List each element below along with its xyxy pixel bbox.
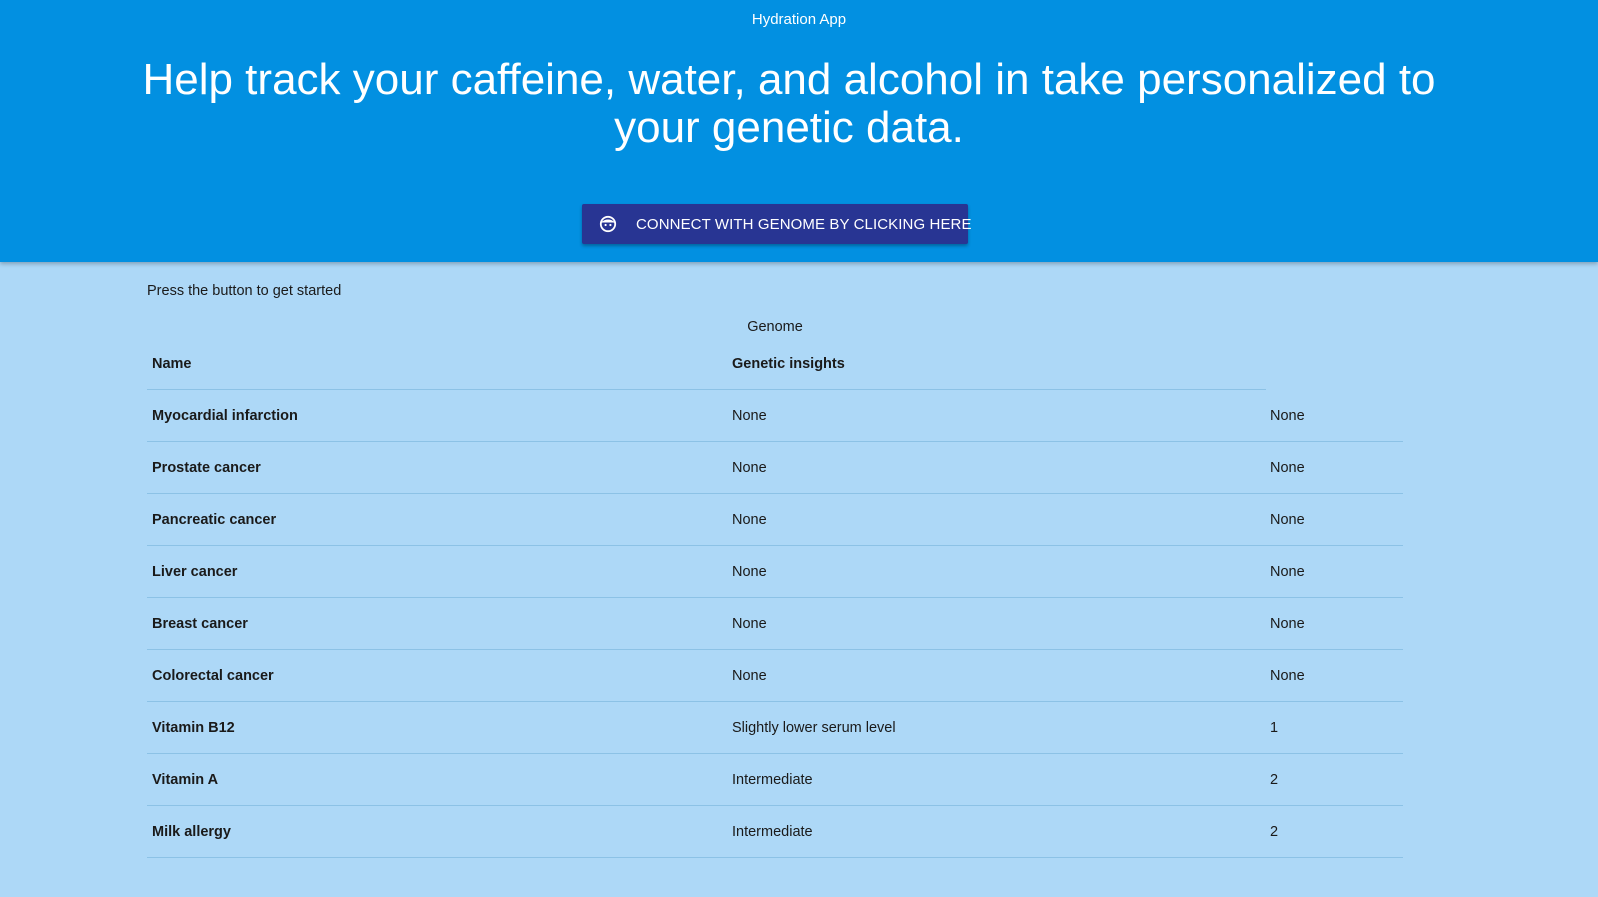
- row-genetic-insight: Intermediate: [732, 772, 813, 788]
- row-score: 2: [1270, 824, 1279, 840]
- row-genetic-insight: None: [732, 564, 767, 580]
- row-score: None: [1270, 564, 1305, 580]
- table-row: Myocardial infarction None None: [147, 390, 1403, 442]
- row-name: Liver cancer: [152, 564, 238, 580]
- row-name: Vitamin A: [152, 772, 219, 788]
- app-header: Hydration App Help track your caffeine, …: [0, 0, 1598, 262]
- connect-genome-button[interactable]: CONNECT WITH GENOME BY CLICKING HERE: [582, 204, 971, 244]
- row-name: Vitamin B12: [152, 720, 235, 736]
- table-body: Myocardial infarction None None Prostate ca…: [147, 390, 1403, 858]
- row-score: None: [1270, 460, 1305, 476]
- table-header: Name Genetic insights: [147, 338, 1403, 390]
- row-score: None: [1270, 668, 1305, 684]
- row-name: Myocardial infarction: [152, 408, 298, 424]
- table-row: Milk allergy Intermediate 2: [147, 806, 1403, 858]
- row-genetic-insight: None: [732, 512, 767, 528]
- row-name: Colorectal cancer: [152, 668, 274, 684]
- table-row: Liver cancer None None: [147, 546, 1403, 598]
- app-title: Hydration App: [751, 11, 847, 28]
- table-row: Prostate cancer None None: [147, 442, 1403, 494]
- column-header-name: Name: [152, 356, 192, 372]
- column-header-genetic-insights: Genetic insights: [732, 356, 845, 372]
- hero-heading: Help track your caffeine, water, and alc…: [142, 55, 1436, 152]
- row-score: None: [1270, 512, 1305, 528]
- row-genetic-insight: None: [732, 460, 767, 476]
- row-name: Prostate cancer: [152, 460, 261, 476]
- intro-text: Press the button to get started: [147, 283, 342, 299]
- table-row: Vitamin A Intermediate 2: [147, 754, 1403, 806]
- row-name: Pancreatic cancer: [152, 512, 277, 528]
- row-score: 1: [1270, 720, 1279, 736]
- row-genetic-insight: None: [732, 668, 767, 684]
- row-genetic-insight: None: [732, 408, 767, 424]
- genome-table: Name Genetic insights Myocardial infarct…: [147, 338, 1403, 858]
- table-row: Colorectal cancer None None: [147, 650, 1403, 702]
- row-name: Breast cancer: [152, 616, 248, 632]
- connect-button-label: CONNECT WITH GENOME BY CLICKING HERE: [636, 215, 972, 233]
- row-score: None: [1270, 616, 1305, 632]
- row-score: 2: [1270, 772, 1279, 788]
- row-genetic-insight: None: [732, 616, 767, 632]
- table-row: Pancreatic cancer None None: [147, 494, 1403, 546]
- row-genetic-insight: Slightly lower serum level: [732, 720, 896, 736]
- table-caption: Genome: [747, 319, 803, 335]
- table-row: Vitamin B12 Slightly lower serum level 1: [147, 702, 1403, 754]
- genome-face-icon: [599, 215, 617, 233]
- table-row: Breast cancer None None: [147, 598, 1403, 650]
- row-name: Milk allergy: [152, 824, 231, 840]
- row-score: None: [1270, 408, 1305, 424]
- row-genetic-insight: Intermediate: [732, 824, 813, 840]
